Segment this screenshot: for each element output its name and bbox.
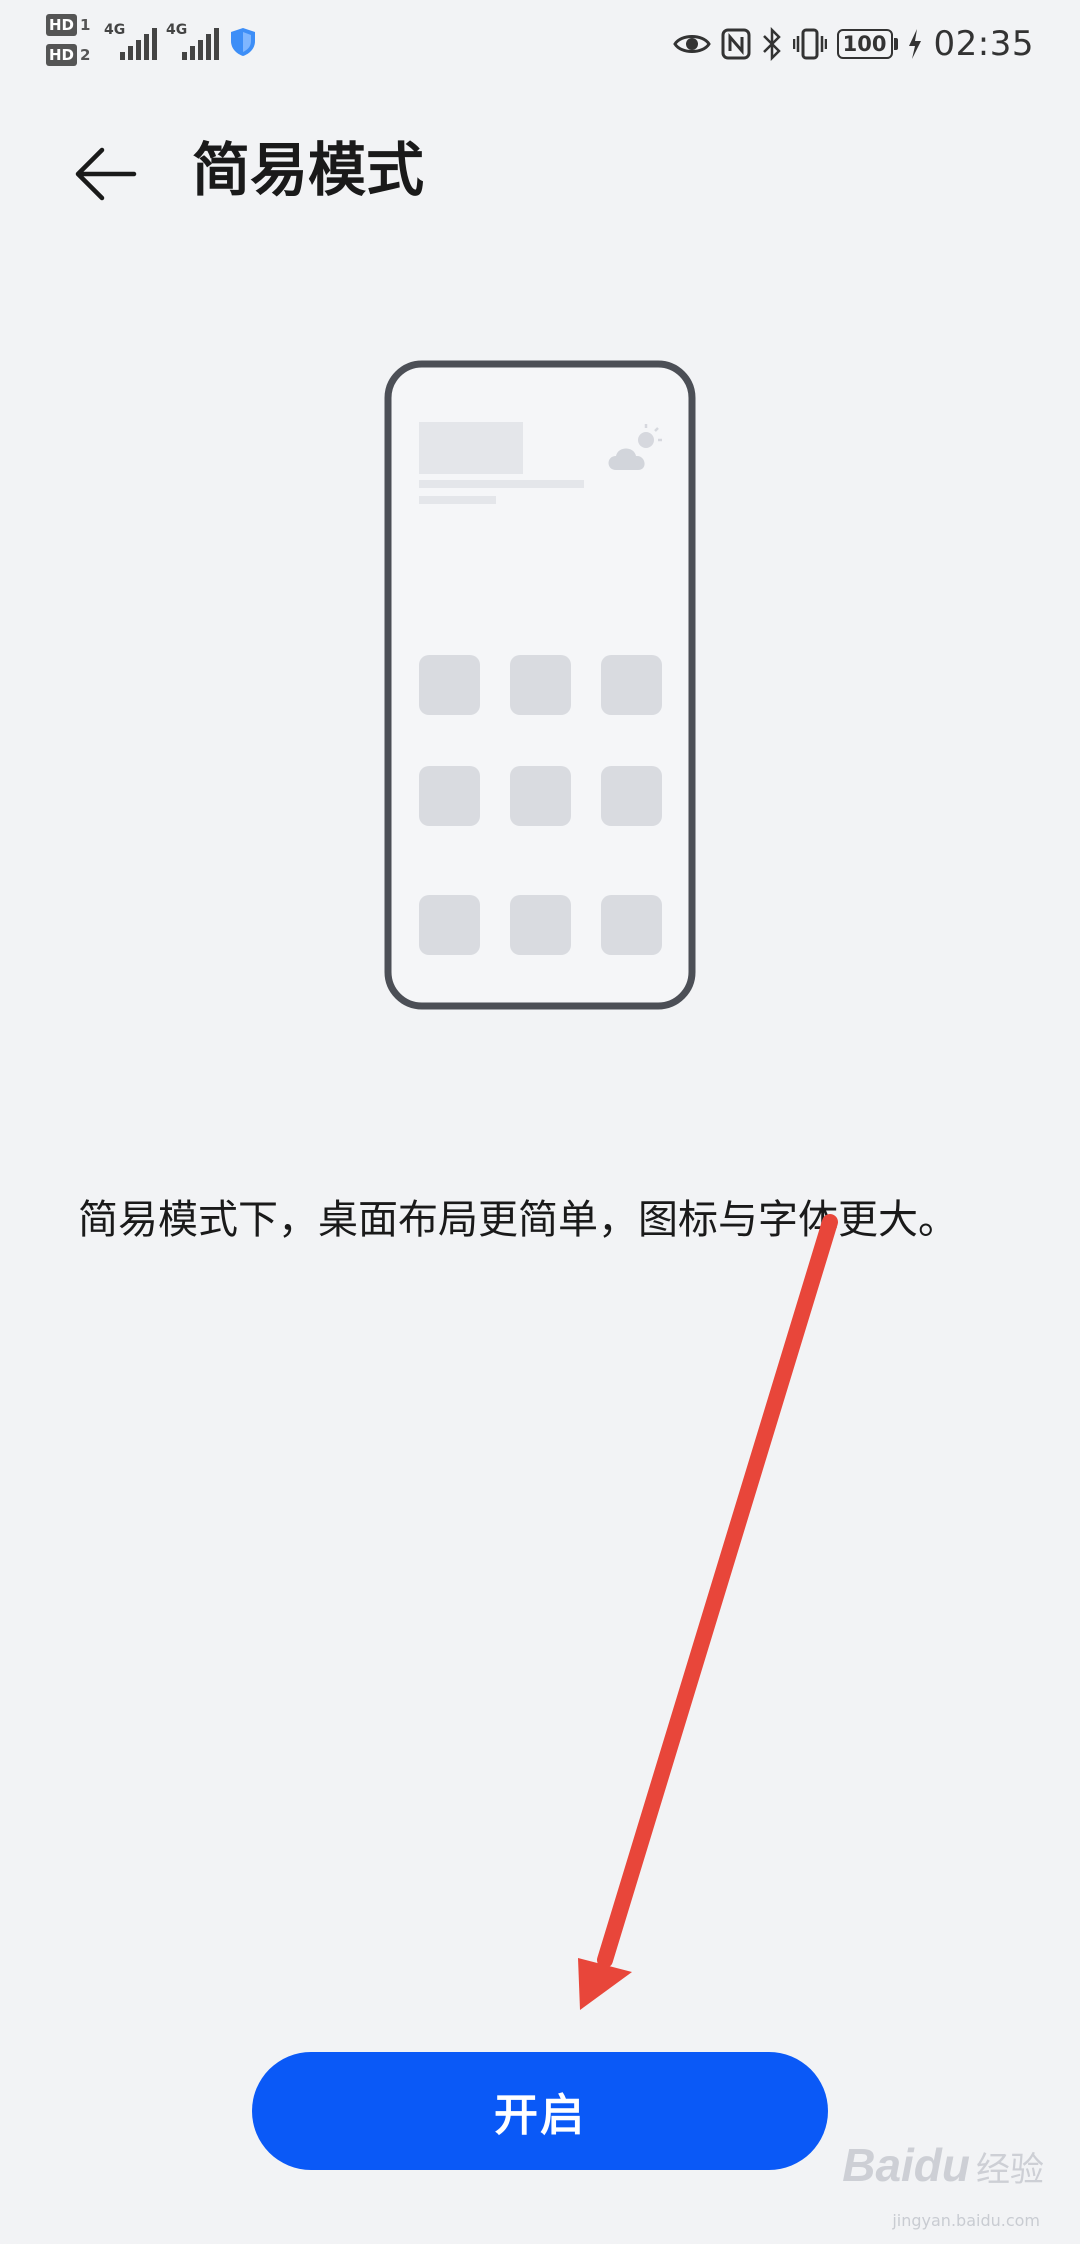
signal-strength-icon — [182, 28, 219, 60]
clock: 02:35 — [933, 24, 1034, 64]
sim-badges: HD 1 HD 2 — [46, 14, 98, 74]
baidu-watermark: Baidu 经验 — [842, 2138, 1044, 2192]
page-title: 简易模式 — [192, 136, 425, 204]
bluetooth-icon — [761, 27, 783, 61]
enable-button[interactable]: 开启 — [252, 2052, 828, 2170]
status-bar: HD 1 HD 2 4G 4G 100 02:35 — [0, 0, 1080, 84]
watermark-url: jingyan.baidu.com — [892, 2211, 1040, 2230]
eye-icon — [672, 31, 711, 57]
sim-number: 1 — [80, 16, 91, 34]
charging-icon — [908, 29, 922, 59]
security-shield-icon — [231, 28, 255, 56]
nfc-icon — [721, 28, 751, 60]
signal-strength-icon — [120, 28, 157, 60]
hd-label: HD — [46, 44, 78, 66]
mode-description: 简易模式下，桌面布局更简单，图标与字体更大。 — [78, 1197, 958, 1243]
watermark-suffix: 经验 — [976, 2150, 1044, 2190]
hd-label: HD — [46, 14, 78, 36]
simple-mode-illustration — [384, 360, 696, 1010]
annotation-arrow — [578, 1214, 838, 2010]
sim1-hd-badge: HD 1 — [46, 14, 98, 36]
arrow-left-icon — [75, 147, 137, 201]
back-button[interactable] — [64, 132, 148, 216]
watermark-brand: Baidu — [842, 2139, 970, 2191]
sim2-hd-badge: HD 2 — [46, 44, 98, 66]
phone-simple-mode-illustration — [384, 360, 696, 1010]
battery-level: 100 — [836, 29, 893, 59]
status-right-icons: 100 02:35 — [672, 20, 1034, 68]
vibrate-icon — [792, 28, 827, 60]
app-header: 简易模式 — [0, 120, 1080, 220]
battery-icon: 100 — [836, 29, 898, 59]
sim-number: 2 — [80, 46, 91, 64]
